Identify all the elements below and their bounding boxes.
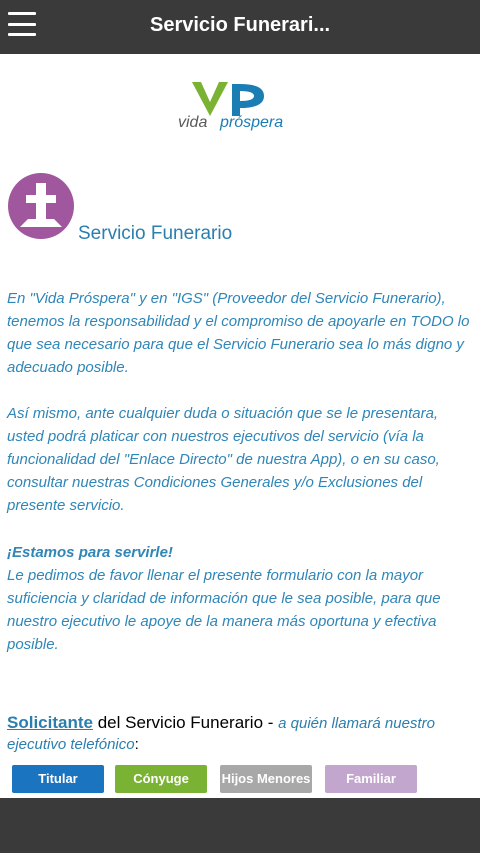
tab-conyuge[interactable]: Cónyuge	[115, 765, 207, 793]
page-title: Servicio Funerari...	[150, 14, 331, 36]
solicitante-link[interactable]: Solicitante	[7, 713, 93, 732]
form-instructions: ¡Estamos para servirle! Le pedimos de fa…	[7, 541, 477, 656]
tab-hijos-menores[interactable]: Hijos Menores	[220, 765, 312, 793]
solicitante-hint-2: ejecutivo telefónico	[7, 736, 135, 753]
section-title: Servicio Funerario	[78, 223, 233, 244]
intro-paragraph: En "Vida Próspera" y en "IGS" (Proveedor…	[7, 290, 470, 376]
top-app-bar: Servicio Funerari...	[0, 0, 480, 54]
logo-word-prospera: próspera	[220, 114, 284, 131]
solicitante-subline: ejecutivo telefónico:	[7, 736, 139, 753]
bottom-bar	[0, 798, 480, 853]
form-instructions-text: Le pedimos de favor llenar el presente f…	[7, 567, 441, 653]
vida-prospera-logo: vida próspera	[172, 80, 312, 140]
cross-icon	[8, 173, 74, 239]
solicitante-text: del Servicio Funerario -	[92, 713, 279, 732]
tab-familiar[interactable]: Familiar	[325, 765, 417, 793]
solicitante-label: Solicitante del Servicio Funerario - a q…	[7, 712, 477, 735]
logo-word-vida: vida	[178, 114, 208, 131]
tab-titular[interactable]: Titular	[12, 765, 104, 793]
solicitante-hint: a quién llamará nuestro	[278, 715, 435, 732]
greeting-heading: ¡Estamos para servirle!	[7, 544, 173, 561]
applicant-tabs: Titular Cónyuge Hijos Menores Familiar	[12, 765, 432, 793]
hamburger-menu-icon[interactable]	[8, 12, 36, 36]
solicitante-colon: :	[134, 736, 139, 753]
support-paragraph: Así mismo, ante cualquier duda o situaci…	[7, 405, 440, 514]
